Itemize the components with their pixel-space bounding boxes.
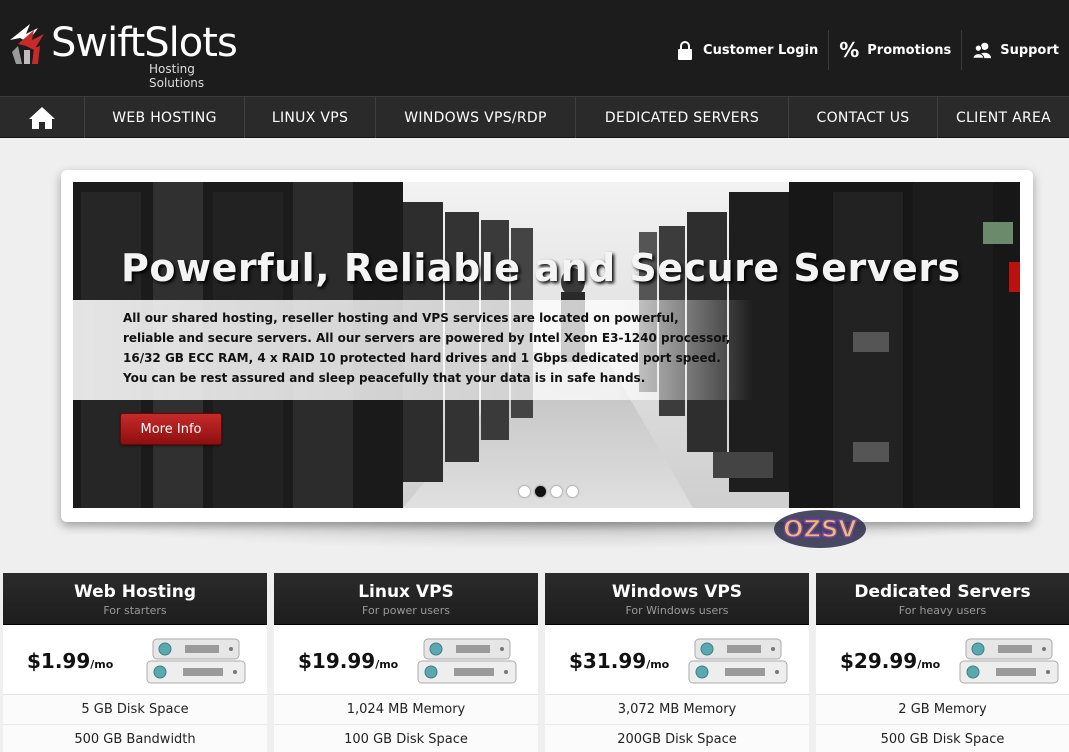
- percent-icon: %: [839, 38, 860, 62]
- plan-price-row: $29.99/mo: [816, 625, 1069, 695]
- slider-dot-1[interactable]: [519, 486, 530, 497]
- home-icon: [29, 106, 55, 129]
- logo-mark-icon: [10, 24, 44, 64]
- plan-feature: 500 GB Disk Space: [816, 725, 1069, 752]
- plan-feature: 500 GB Bandwidth: [3, 725, 267, 752]
- plan-price: $1.99/mo: [27, 649, 114, 673]
- ozsv-sticker: OZSV: [774, 510, 866, 548]
- plan-feature: 3,072 MB Memory: [545, 695, 809, 725]
- logo[interactable]: SwiftSlots Hosting Solutions: [8, 18, 248, 90]
- nav-windows-vps[interactable]: WINDOWS VPS/RDP: [376, 97, 576, 138]
- plan-card-dedicated-servers: Dedicated Servers For heavy users $29.99…: [816, 573, 1069, 752]
- users-icon: [972, 39, 992, 61]
- plan-header: Web Hosting For starters: [3, 573, 267, 625]
- slide-description: All our shared hosting, reseller hosting…: [123, 311, 731, 385]
- plan-title: Linux VPS: [358, 582, 454, 602]
- nav-linux-vps[interactable]: LINUX VPS: [245, 97, 376, 138]
- nav-dedicated-servers[interactable]: DEDICATED SERVERS: [576, 97, 789, 138]
- plan-feature: 200GB Disk Space: [545, 725, 809, 752]
- brand-name: SwiftSlots: [51, 20, 238, 66]
- nav-web-hosting[interactable]: WEB HOSTING: [85, 97, 245, 138]
- hero-slider: Powerful, Reliable and Secure Servers Al…: [61, 170, 1033, 522]
- server-icon: [688, 638, 788, 684]
- slider-pagination: [519, 486, 578, 497]
- plan-title: Windows VPS: [611, 582, 743, 602]
- plan-price: $19.99/mo: [298, 649, 399, 673]
- nav-home[interactable]: [0, 97, 85, 138]
- plan-price-row: $1.99/mo: [3, 625, 267, 695]
- more-info-button[interactable]: More Info: [120, 413, 222, 445]
- plans-section: Web Hosting For starters $1.99/mo 5 GB D…: [0, 573, 1069, 752]
- plan-card-linux-vps: Linux VPS For power users $19.99/mo 1,02…: [274, 573, 538, 752]
- plan-header: Windows VPS For Windows users: [545, 573, 809, 625]
- nav-client-area[interactable]: CLIENT AREA: [938, 97, 1069, 138]
- plan-card-windows-vps: Windows VPS For Windows users $31.99/mo …: [545, 573, 809, 752]
- plan-title: Web Hosting: [73, 582, 196, 602]
- plan-price: $29.99/mo: [840, 649, 941, 673]
- plan-price-row: $31.99/mo: [545, 625, 809, 695]
- main-nav: WEB HOSTING LINUX VPS WINDOWS VPS/RDP DE…: [0, 96, 1069, 138]
- plan-card-web-hosting: Web Hosting For starters $1.99/mo 5 GB D…: [3, 573, 267, 752]
- slider-shadow: [70, 520, 1020, 550]
- plan-header: Dedicated Servers For heavy users: [816, 573, 1069, 625]
- plan-subtitle: For power users: [362, 604, 450, 617]
- plan-price: $31.99/mo: [569, 649, 670, 673]
- plan-header: Linux VPS For power users: [274, 573, 538, 625]
- nav-contact-us[interactable]: CONTACT US: [789, 97, 938, 138]
- plan-feature: 100 GB Disk Space: [274, 725, 538, 752]
- server-icon: [146, 638, 246, 684]
- plan-title: Dedicated Servers: [854, 582, 1031, 602]
- support-label: Support: [1000, 42, 1059, 58]
- slide-title: Powerful, Reliable and Secure Servers: [121, 246, 961, 290]
- sticker-text: OZSV: [783, 515, 857, 543]
- plan-feature: 5 GB Disk Space: [3, 695, 267, 725]
- customer-login-label: Customer Login: [703, 42, 819, 58]
- promotions-link[interactable]: % Promotions: [828, 30, 961, 70]
- plan-price-row: $19.99/mo: [274, 625, 538, 695]
- plan-subtitle: For Windows users: [625, 604, 729, 617]
- plan-feature: 1,024 MB Memory: [274, 695, 538, 725]
- lock-icon: [675, 39, 695, 61]
- slider-dot-3[interactable]: [551, 486, 562, 497]
- plan-subtitle: For heavy users: [898, 604, 987, 617]
- plan-feature: 2 GB Memory: [816, 695, 1069, 725]
- brand-tagline: Hosting Solutions: [149, 62, 205, 90]
- plan-subtitle: For starters: [103, 604, 167, 617]
- support-link[interactable]: Support: [961, 30, 1069, 70]
- slider-dot-4[interactable]: [567, 486, 578, 497]
- slide-image: Powerful, Reliable and Secure Servers Al…: [73, 182, 1020, 508]
- server-icon: [959, 638, 1059, 684]
- customer-login-link[interactable]: Customer Login: [665, 30, 828, 70]
- site-header: SwiftSlots Hosting Solutions Customer Lo…: [0, 0, 1069, 96]
- promotions-label: Promotions: [867, 42, 952, 58]
- top-links: Customer Login % Promotions Support: [665, 30, 1069, 70]
- server-icon: [417, 638, 517, 684]
- slider-dot-2[interactable]: [535, 486, 546, 497]
